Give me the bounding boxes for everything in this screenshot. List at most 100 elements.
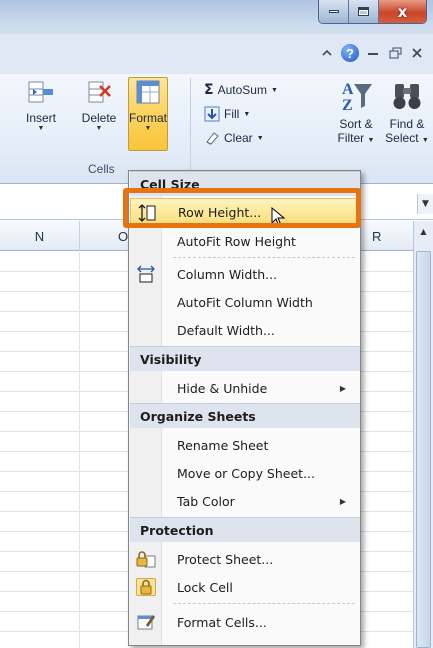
sort-filter-label-2-row: Filter ▼ — [333, 131, 379, 145]
section-visibility-label: Visibility — [140, 351, 202, 367]
ribbon: Insert ▼ Delete ▼ Format ▼ Cells Σ AutoS… — [0, 74, 433, 184]
delete-cells-icon — [88, 81, 111, 103]
format-cells-icon — [136, 80, 160, 104]
minimize-button[interactable] — [319, 0, 349, 23]
submenu-arrow-icon: ▶ — [339, 496, 346, 506]
workbook-close-button[interactable] — [408, 44, 426, 62]
svg-text:A: A — [342, 81, 354, 98]
chevron-down-icon: ▼ — [270, 86, 278, 94]
highlight-callout-box — [123, 188, 361, 228]
submenu-arrow-icon: ▶ — [339, 383, 346, 393]
menu-item-format-cells[interactable]: Format Cells... — [130, 608, 360, 636]
menu-item-protect-sheet[interactable]: Protect Sheet... — [130, 545, 360, 573]
insert-button[interactable]: Insert ▼ — [20, 78, 62, 133]
chevron-down-icon: ▼ — [256, 134, 264, 142]
column-header-r[interactable]: R — [362, 221, 413, 251]
section-protection-label: Protection — [140, 522, 214, 538]
tab-color-label: Tab Color — [177, 493, 235, 509]
delete-label: Delete — [81, 111, 117, 125]
cells-group-label: Cells — [88, 162, 115, 176]
binoculars-icon — [393, 84, 421, 109]
chevron-down-icon: ▼ — [37, 125, 45, 132]
close-icon — [412, 48, 422, 58]
maximize-button[interactable] — [349, 0, 379, 23]
minimize-ribbon-button[interactable] — [318, 44, 336, 62]
group-divider — [190, 78, 191, 174]
column-o-label: O — [118, 228, 129, 244]
autofit-row-height-label: AutoFit Row Height — [177, 233, 296, 249]
find-select-label-2: Select — [385, 131, 419, 145]
menu-item-default-width[interactable]: Default Width... — [130, 316, 360, 344]
clear-label: Clear — [224, 131, 253, 145]
menu-item-autofit-row-height[interactable]: AutoFit Row Height — [130, 227, 360, 255]
section-organize-sheets: Organize Sheets — [130, 403, 360, 428]
vertical-scrollbar[interactable]: ▲ — [413, 221, 433, 648]
column-r-label: R — [372, 228, 382, 244]
chevron-down-icon: ▼ — [422, 199, 429, 209]
insert-cells-icon — [28, 81, 53, 103]
svg-text:Z: Z — [342, 97, 353, 114]
fill-down-icon — [204, 106, 220, 122]
close-icon: x — [397, 2, 408, 21]
hide-unhide-label: Hide & Unhide — [177, 380, 268, 396]
menu-item-column-width[interactable]: Column Width... — [130, 260, 360, 288]
find-select-label-1: Find & — [389, 117, 425, 131]
window-controls: x — [318, 0, 427, 24]
menu-item-move-copy-sheet[interactable]: Move or Copy Sheet... — [130, 459, 360, 487]
help-button[interactable]: ? — [340, 44, 360, 62]
protect-sheet-icon — [136, 550, 156, 568]
delete-button[interactable]: Delete ▼ — [76, 78, 122, 133]
sort-filter-icon: A Z — [342, 81, 372, 114]
autosum-button[interactable]: Σ AutoSum ▼ — [204, 82, 278, 98]
default-width-label: Default Width... — [177, 322, 275, 338]
menu-item-hide-unhide[interactable]: Hide & Unhide ▶ — [130, 374, 360, 402]
chevron-down-icon: ▼ — [243, 110, 251, 118]
clear-button[interactable]: Clear ▼ — [204, 130, 264, 146]
minimize-icon — [328, 10, 339, 13]
chevron-up-icon — [322, 49, 332, 56]
sort-filter-label-2: Filter — [337, 131, 365, 145]
section-protection: Protection — [130, 517, 360, 542]
eraser-icon — [206, 132, 219, 145]
column-width-label: Column Width... — [177, 266, 278, 282]
help-icon: ? — [341, 44, 359, 62]
sort-filter-label-1: Sort & — [339, 117, 373, 131]
autosum-label: AutoSum — [217, 83, 267, 97]
autofit-column-width-label: AutoFit Column Width — [177, 294, 313, 310]
menu-item-rename-sheet[interactable]: Rename Sheet — [130, 431, 360, 459]
expand-formula-bar-button[interactable]: ▼ — [417, 194, 433, 214]
workbook-restore-button[interactable] — [386, 44, 404, 62]
menu-item-autofit-column-width[interactable]: AutoFit Column Width — [130, 288, 360, 316]
format-cells-label: Format Cells... — [177, 614, 267, 630]
protect-sheet-label: Protect Sheet... — [177, 551, 274, 567]
column-n-label: N — [34, 228, 45, 244]
lock-icon — [136, 578, 156, 596]
scroll-up-button[interactable]: ▲ — [416, 227, 431, 247]
column-header-n[interactable]: N — [0, 221, 80, 251]
scroll-thumb[interactable] — [416, 251, 431, 648]
chevron-down-icon: ▼ — [95, 125, 103, 132]
find-select-button[interactable]: Find & Select ▼ — [384, 78, 430, 145]
format-cells-icon — [136, 613, 156, 631]
fill-label: Fill — [224, 107, 240, 121]
format-button[interactable]: Format ▼ — [128, 78, 168, 133]
close-button[interactable]: x — [379, 0, 426, 23]
sort-filter-button[interactable]: A Z Sort & Filter ▼ — [333, 78, 379, 145]
format-label: Format — [128, 111, 167, 125]
chevron-down-icon: ▼ — [367, 137, 375, 144]
chevron-down-icon: ▼ — [421, 137, 429, 144]
workbook-minimize-button[interactable] — [364, 44, 382, 62]
rename-sheet-label: Rename Sheet — [177, 437, 269, 453]
section-visibility: Visibility — [130, 346, 360, 371]
chevron-up-icon: ▲ — [420, 227, 427, 236]
sigma-icon: Σ — [204, 82, 214, 98]
menu-item-lock-cell[interactable]: Lock Cell — [130, 573, 360, 601]
menu-item-tab-color[interactable]: Tab Color ▶ — [130, 487, 360, 515]
fill-button[interactable]: Fill ▼ — [204, 106, 250, 122]
menu-divider — [173, 257, 355, 258]
format-dropdown-menu: Cell Size Row Height... AutoFit Row Heig… — [128, 170, 361, 646]
restore-icon — [389, 47, 401, 59]
lock-cell-label: Lock Cell — [177, 579, 233, 595]
move-copy-sheet-label: Move or Copy Sheet... — [177, 465, 315, 481]
ribbon-control-row: ? — [0, 34, 433, 74]
